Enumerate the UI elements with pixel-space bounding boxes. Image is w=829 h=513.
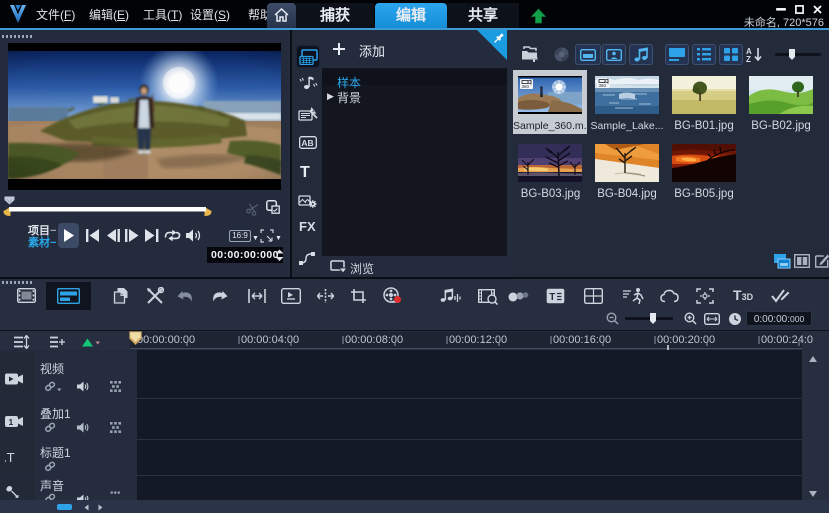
svg-text:Z: Z xyxy=(746,55,751,63)
svg-text:360: 360 xyxy=(522,84,530,89)
svg-text:360: 360 xyxy=(599,83,607,88)
svg-text:T: T xyxy=(549,292,555,303)
svg-text:AB: AB xyxy=(301,138,313,148)
svg-text:1: 1 xyxy=(9,417,14,427)
